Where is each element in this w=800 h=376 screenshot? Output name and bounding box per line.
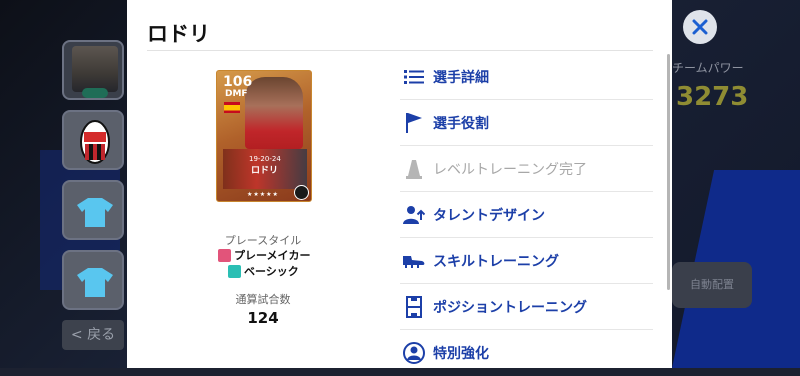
basic-icon xyxy=(228,264,241,278)
club-crest-card[interactable] xyxy=(62,110,124,170)
player-card-name: ロドリ xyxy=(251,166,279,176)
flag-icon xyxy=(400,112,428,134)
pitch-icon xyxy=(400,295,428,318)
cone-icon xyxy=(400,158,428,180)
menu-level-training: レベルトレーニング完了 xyxy=(400,146,653,192)
person-circle-icon xyxy=(400,342,428,364)
close-icon xyxy=(692,19,708,35)
manager-portrait xyxy=(72,46,118,92)
auto-arrange-button[interactable]: 自動配置 xyxy=(672,262,752,308)
player-menu-dialog: ロドリ 106 DMF 19-20-24 ロドリ ★★★★★ プレースタイル プ… xyxy=(127,0,672,368)
spain-flag-icon xyxy=(224,102,240,113)
menu-label: 特別強化 xyxy=(433,346,489,362)
menu-label: タレントデザイン xyxy=(433,207,545,224)
boot-icon xyxy=(400,250,428,272)
back-button[interactable]: < 戻る xyxy=(62,320,124,350)
player-position: DMF xyxy=(225,89,248,99)
dialog-title: ロドリ xyxy=(147,22,210,46)
playmaker-icon xyxy=(218,248,231,262)
close-button[interactable] xyxy=(683,10,717,44)
menu-position-training[interactable]: ポジショントレーニング xyxy=(400,284,653,330)
playstyle-label: プレースタイル xyxy=(224,234,302,247)
player-card-stars: ★★★★★ xyxy=(247,191,279,198)
menu-special-boost[interactable]: 特別強化 xyxy=(400,330,653,376)
matches-label: 通算試合数 xyxy=(235,293,291,306)
playstyle-primary-label: プレーメイカー xyxy=(234,249,311,262)
menu-skill-training[interactable]: スキルトレーニング xyxy=(400,238,653,284)
manager-card[interactable] xyxy=(62,40,124,100)
menu-label: ポジショントレーニング xyxy=(433,299,587,316)
manager-badge-icon xyxy=(82,88,108,98)
club-crest-icon xyxy=(80,120,110,164)
team-power-value: 3273 xyxy=(676,82,749,112)
playstyle-secondary-label: ベーシック xyxy=(244,265,299,278)
playstyle-secondary: ベーシック xyxy=(228,264,299,278)
playstyle-primary: プレーメイカー xyxy=(218,248,311,262)
player-card-year: 19-20-24 xyxy=(249,155,281,163)
card-type-badge-icon xyxy=(294,185,309,200)
menu-label: 選手役割 xyxy=(433,115,489,132)
player-portrait xyxy=(245,77,303,149)
shirt-icon xyxy=(77,268,113,297)
list-icon xyxy=(400,66,428,88)
menu-label: レベルトレーニング完了 xyxy=(433,161,587,178)
menu-player-details[interactable]: 選手詳細 xyxy=(400,54,653,100)
away-kit-card[interactable] xyxy=(62,250,124,310)
menu-label: スキルトレーニング xyxy=(433,253,559,270)
menu-talent-design[interactable]: タレントデザイン xyxy=(400,192,653,238)
menu-label: 選手詳細 xyxy=(433,69,489,86)
player-card[interactable]: 106 DMF 19-20-24 ロドリ ★★★★★ xyxy=(216,70,312,202)
team-power-label: チームパワー xyxy=(672,61,744,75)
menu-player-role[interactable]: 選手役割 xyxy=(400,100,653,146)
matches-value: 124 xyxy=(247,309,279,327)
scrollbar[interactable] xyxy=(667,54,670,290)
divider xyxy=(147,50,653,51)
player-rating: 106 xyxy=(223,74,253,90)
home-kit-card[interactable] xyxy=(62,180,124,240)
person-up-icon xyxy=(400,204,428,226)
shirt-icon xyxy=(77,198,113,227)
